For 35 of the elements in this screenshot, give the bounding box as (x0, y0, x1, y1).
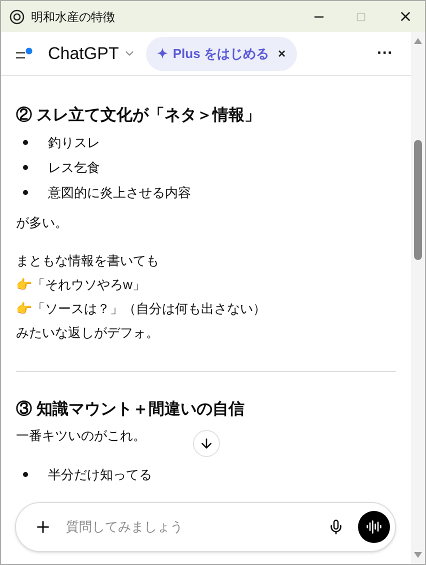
scroll-up-icon[interactable] (414, 38, 422, 44)
arrow-down-icon (199, 436, 214, 451)
bullet-icon (23, 140, 28, 145)
app-logo-icon (9, 8, 25, 24)
plus-promo-button[interactable]: ✦ Plus をはじめる × (146, 36, 297, 70)
list-item: 釣りスレ (48, 134, 100, 152)
plus-icon[interactable] (34, 518, 52, 536)
message-input[interactable]: 質問してみましょう (66, 517, 328, 537)
voice-button[interactable] (358, 511, 390, 543)
bullet-icon (23, 472, 28, 477)
section-heading: ② スレ立て文化が「ネタ＞情報」 (16, 105, 262, 126)
scroll-down-button[interactable] (193, 430, 220, 457)
bullet-icon (23, 165, 28, 170)
text-line: 👉「それウソやろw」 (16, 276, 146, 294)
list-item: 半分だけ知ってる (48, 466, 152, 484)
bullet-icon (23, 190, 28, 195)
scrollbar[interactable] (411, 32, 425, 564)
list-item: レス乞食 (48, 158, 100, 177)
sidebar-icon[interactable] (16, 46, 34, 60)
window-title: 明和水産の特徴 (31, 8, 115, 26)
scrollbar-thumb[interactable] (414, 140, 422, 260)
model-selector[interactable]: ChatGPT (48, 40, 136, 66)
close-icon[interactable] (398, 9, 413, 24)
list-item: 意図的に炎上させる内容 (48, 184, 191, 202)
scroll-down-icon[interactable] (414, 552, 422, 558)
text-line: みたいな返しがデフォ。 (16, 324, 159, 342)
sound-wave-icon (366, 519, 382, 535)
section-heading: ③ 知識マウント＋間違いの自信 (16, 399, 246, 420)
microphone-icon[interactable] (328, 519, 344, 535)
text-line: が多い。 (16, 214, 68, 232)
more-button[interactable]: ··· (377, 42, 393, 66)
text-line: まともな情報を書いても (16, 252, 159, 270)
message-composer[interactable]: 質問してみましょう (15, 502, 396, 552)
text-line: 👉「ソースは？」（自分は何も出さない） (16, 300, 266, 318)
text-line: 一番キツいのがこれ。 (16, 427, 146, 445)
